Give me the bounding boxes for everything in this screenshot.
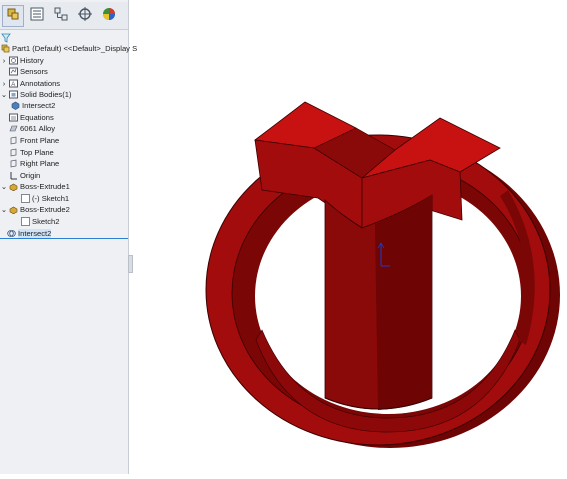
display-manager-tab[interactable] bbox=[98, 5, 120, 27]
configuration-manager-tab[interactable] bbox=[50, 5, 72, 27]
extrude-icon bbox=[8, 181, 18, 191]
collapse-arrow-icon[interactable]: ⌄ bbox=[0, 203, 8, 215]
origin-icon bbox=[8, 170, 18, 180]
property-manager-tab[interactable] bbox=[26, 5, 48, 27]
rollback-bar[interactable] bbox=[0, 238, 128, 239]
tree-item-right-plane[interactable]: Right Plane bbox=[0, 157, 59, 169]
tree-item-boss-extrude1[interactable]: ⌄ Boss-Extrude1 bbox=[0, 180, 70, 192]
tree-item-boss-extrude2[interactable]: ⌄ Boss-Extrude2 bbox=[0, 203, 70, 215]
tree-item-sensors[interactable]: Sensors bbox=[0, 65, 48, 77]
plane-icon bbox=[8, 158, 18, 168]
configuration-manager-tab-icon bbox=[53, 6, 69, 27]
graphics-area[interactable] bbox=[133, 0, 567, 474]
feature-manager-tab-icon bbox=[5, 6, 21, 27]
tree-item-sketch2[interactable]: Sketch2 bbox=[20, 215, 59, 227]
sensors-icon bbox=[8, 66, 18, 76]
property-manager-tab-icon bbox=[29, 6, 45, 27]
sketch-icon bbox=[20, 193, 30, 203]
solid-body-icon bbox=[10, 100, 20, 110]
manager-tab-strip bbox=[0, 2, 128, 30]
extrude-icon bbox=[8, 204, 18, 214]
material-icon bbox=[8, 123, 18, 133]
annotations-icon: A bbox=[8, 78, 18, 88]
display-manager-tab-icon bbox=[101, 6, 117, 27]
tree-filter[interactable] bbox=[0, 30, 128, 43]
tree-root-label: Part1 (Default) <<Default>_Display S bbox=[12, 43, 138, 53]
equations-icon bbox=[8, 112, 18, 122]
intersect-icon bbox=[6, 228, 16, 238]
dimxpert-manager-tab-icon bbox=[77, 6, 93, 27]
collapse-arrow-icon[interactable]: ⌄ bbox=[0, 180, 8, 192]
feature-manager-tab[interactable] bbox=[2, 5, 24, 27]
tree-item-material[interactable]: 6061 Alloy bbox=[0, 122, 55, 134]
collapse-arrow-icon[interactable]: ⌄ bbox=[0, 88, 8, 100]
tree-item-solid-body-intersect2[interactable]: Intersect2 bbox=[10, 99, 55, 111]
sketch-icon bbox=[20, 216, 30, 226]
3d-model-intersect[interactable] bbox=[133, 0, 567, 474]
tree-item-front-plane[interactable]: Front Plane bbox=[0, 134, 59, 146]
tree-root-part[interactable]: Part1 (Default) <<Default>_Display S bbox=[0, 42, 137, 54]
part-icon bbox=[0, 43, 10, 53]
solid-bodies-folder-icon bbox=[8, 89, 18, 99]
feature-manager-panel: Part1 (Default) <<Default>_Display S › H… bbox=[0, 0, 137, 474]
plane-icon bbox=[8, 135, 18, 145]
history-icon bbox=[8, 55, 18, 65]
svg-text:A: A bbox=[11, 82, 15, 88]
dimxpert-manager-tab[interactable] bbox=[74, 5, 96, 27]
plane-icon bbox=[8, 147, 18, 157]
